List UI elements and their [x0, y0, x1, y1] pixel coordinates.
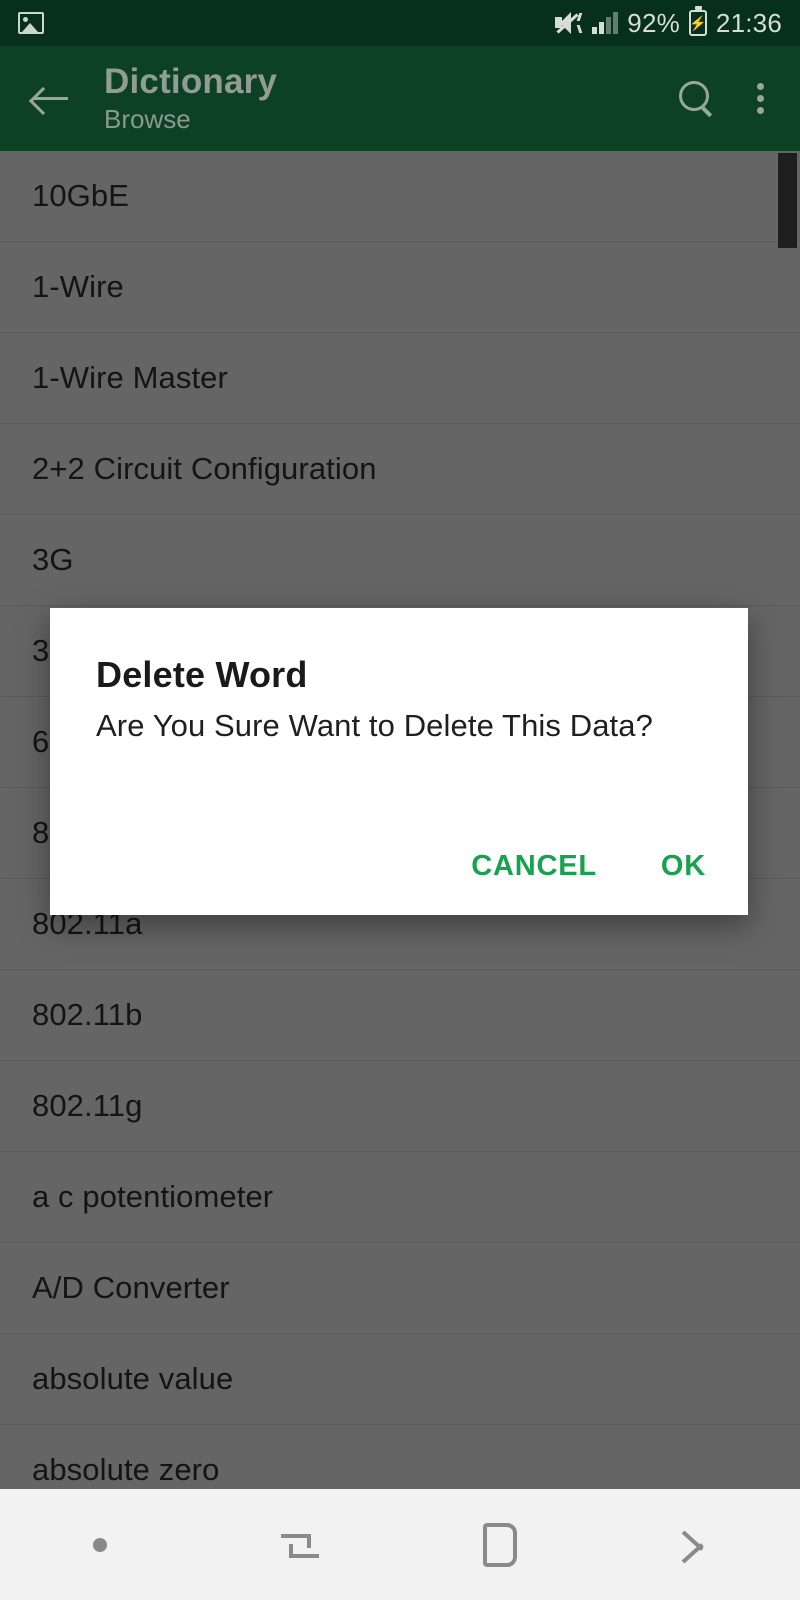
charging-battery-icon: ⚡: [688, 6, 707, 36]
list-item-label: 2+2 Circuit Configuration: [32, 451, 377, 486]
home-button[interactable]: [400, 1489, 600, 1600]
app-bar: Dictionary Browse: [0, 46, 800, 151]
list-item-label: absolute zero: [32, 1452, 220, 1487]
list-item-label: 8: [32, 815, 50, 850]
vertical-scrollbar[interactable]: [778, 151, 800, 1489]
arrow-left-icon: [32, 84, 70, 114]
app-bar-actions: [677, 77, 776, 120]
kebab-menu-icon[interactable]: [745, 77, 776, 120]
ok-button[interactable]: OK: [653, 844, 714, 889]
clock-label: 21:36: [715, 7, 782, 38]
list-item[interactable]: absolute value: [0, 1334, 800, 1425]
list-item-label: A/D Converter: [32, 1270, 230, 1305]
dialog-title: Delete Word: [96, 654, 308, 695]
list-item[interactable]: 802.11b: [0, 970, 800, 1061]
list-item[interactable]: 2+2 Circuit Configuration: [0, 424, 800, 515]
list-item-label: 3G: [32, 542, 74, 577]
list-item[interactable]: 1-Wire Master: [0, 333, 800, 424]
mute-vibrate-icon: [555, 11, 583, 35]
page-subtitle: Browse: [104, 103, 191, 134]
list-item-label: 1-Wire: [32, 269, 124, 304]
list-item[interactable]: A/D Converter: [0, 1243, 800, 1334]
list-item-label: 3: [32, 633, 50, 668]
back-button[interactable]: [20, 68, 82, 130]
dialog-message: Are You Sure Want to Delete This Data?: [96, 708, 653, 743]
search-icon[interactable]: [677, 79, 717, 119]
nav-back-button[interactable]: [600, 1489, 800, 1600]
list-item[interactable]: 1-Wire: [0, 242, 800, 333]
recents-button[interactable]: [200, 1489, 400, 1600]
nav-dot-slot[interactable]: [0, 1489, 200, 1600]
list-item-label: 802.11b: [32, 997, 143, 1032]
back-arrow-icon: [679, 1524, 721, 1566]
status-bar-system: 92% ⚡ 21:36: [555, 6, 782, 39]
list-item[interactable]: a c potentiometer: [0, 1152, 800, 1243]
system-navigation-bar: [0, 1489, 800, 1600]
list-item[interactable]: 802.11g: [0, 1061, 800, 1152]
dialog-actions: CANCEL OK: [463, 844, 714, 889]
recents-icon: [277, 1522, 323, 1568]
list-item-label: 6: [32, 724, 50, 759]
cell-signal-icon: [592, 12, 619, 34]
home-icon: [483, 1522, 517, 1567]
page-title: Dictionary: [104, 61, 278, 101]
scrollbar-thumb[interactable]: [778, 153, 797, 248]
list-item[interactable]: absolute zero: [0, 1425, 800, 1489]
cancel-button[interactable]: CANCEL: [463, 844, 605, 889]
list-item[interactable]: 3G: [0, 515, 800, 606]
delete-word-dialog: Delete Word Are You Sure Want to Delete …: [50, 608, 748, 915]
status-bar-notifications: [18, 12, 44, 34]
status-bar: 92% ⚡ 21:36: [0, 0, 800, 46]
list-item-label: 802.11g: [32, 1088, 143, 1123]
list-item-label: a c potentiometer: [32, 1179, 274, 1214]
battery-percent-label: 92%: [627, 7, 680, 38]
phone-screen: 92% ⚡ 21:36 Dictionary Browse 10GbE 1-Wi…: [0, 0, 800, 1600]
nav-dot-icon: [93, 1537, 107, 1552]
app-bar-titles: Dictionary Browse: [104, 62, 277, 136]
photo-icon: [18, 12, 44, 34]
list-item[interactable]: 10GbE: [0, 151, 800, 242]
list-item-label: 10GbE: [32, 178, 130, 213]
list-item-label: 1-Wire Master: [32, 360, 228, 395]
list-item-label: absolute value: [32, 1361, 234, 1396]
